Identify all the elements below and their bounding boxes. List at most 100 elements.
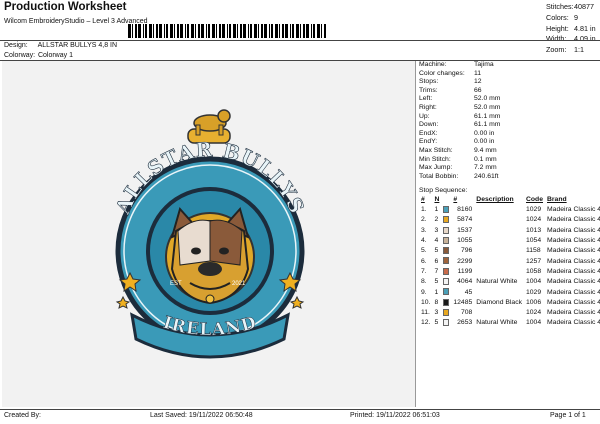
design-value: ALLSTAR BULLYS 4,8 IN [37,42,118,49]
barcode-bar [156,24,158,38]
col-brand: Brand [547,196,567,204]
thread-number: 2299 [457,257,473,265]
design-label: Design: [4,42,28,49]
property-label: Machine: [419,61,447,68]
col-description: Description [476,196,514,204]
needle-number: 3 [434,309,439,317]
barcode-bar [254,24,257,38]
barcode-bar [271,24,273,38]
barcode-bar [264,24,267,38]
barcode-bar [258,24,259,38]
footer-page: Page 1 of 1 [550,412,586,419]
table-row: 6. 6 2299 1257 Madeira Classic 40 [419,256,600,266]
machine-properties: Machine: Tajima Color changes: 11 Stops: 12 Tr… [419,61,599,181]
color-swatch [441,297,451,307]
thread-number: 796 [460,247,473,255]
thread-number: 45 [464,288,473,296]
barcode-bar [164,24,165,38]
table-row: 11. 3 708 1024 Madeira Classic 40 [419,307,600,317]
barcode-bar [306,24,309,38]
table-row: 1. 1 8160 1029 Madeira Classic 40 [419,205,600,215]
property-label: Color changes: [419,69,465,77]
barcode-bar [149,24,152,38]
thread-description [474,266,524,276]
barcode-bar [219,24,221,38]
footer-saved: Last Saved: 19/11/2022 06:50:48 [150,412,253,419]
col-swatch [441,195,451,205]
thread-brand: Madeira Classic 40 [547,257,600,265]
thread-number: 5874 [457,216,473,224]
bulldog-face [170,206,250,305]
col-code: Code [526,196,543,204]
color-swatch [441,287,451,297]
property-value: 66 [474,86,482,94]
stop-sequence-title: Stop Sequence: [419,187,468,194]
divider [0,409,600,410]
property-row: Min Stitch: 0.1 mm [419,156,599,165]
thread-description: Natural White [476,319,518,327]
thread-description: Natural White [476,278,518,286]
barcode-bar [296,24,299,38]
barcode-bar [282,24,284,38]
color-swatch [441,318,451,328]
color-swatch [441,215,451,225]
needle-number: 3 [434,226,439,234]
swatch-icon [443,298,450,306]
table-header-row: # N # Description Code Brand [419,195,600,205]
color-swatch [441,225,451,235]
table-row: 12. 5 2653 Natural White 1004 Madeira Classic… [419,318,600,328]
needle-number: 6 [434,257,439,265]
stat-row: Stitches:40877 [546,2,596,13]
needle-number: 1 [434,206,439,214]
barcode-bar [321,24,322,38]
property-row: Right: 52.0 mm [419,104,599,113]
thread-brand: Madeira Classic 40 [547,278,600,286]
barcode-bar [128,24,131,38]
thread-description [474,287,524,297]
thread-brand: Madeira Classic 40 [547,206,600,214]
thread-description [474,256,524,266]
property-label: Up: [419,112,430,120]
color-swatch [441,277,451,287]
barcode-bar [177,24,179,38]
thread-brand: Madeira Classic 40 [547,288,600,296]
barcode-bar [201,24,204,38]
property-row: Stops: 12 [419,78,599,87]
thread-number: 708 [460,309,473,317]
thread-number: 1199 [457,267,473,275]
barcode-bar [243,24,246,38]
barcode-bar [132,24,133,38]
barcode-bar [212,24,215,38]
swatch-icon [443,288,450,296]
summary-stats: Stitches:40877 Colors: 9 Height: 4.81 in Widt… [546,2,596,56]
property-value: 7.2 mm [474,164,497,172]
year-text: 2021 [232,281,246,287]
barcode-bar [300,24,301,38]
thread-brand: Madeira Classic 40 [547,237,600,245]
thread-number: 4064 [457,278,473,286]
thread-brand: Madeira Classic 40 [547,298,600,306]
stop-number: 7. [421,267,427,275]
property-value: 52.0 mm [474,103,501,111]
color-swatch [441,246,451,256]
col-stop: # [421,196,425,204]
property-label: EndY: [419,138,438,146]
divider [0,40,600,41]
property-row: Total Bobbin: 240.61ft [419,173,599,182]
barcode-bar [180,24,183,38]
software-name: Wilcom EmbroideryStudio – Level 3 Advanc… [4,18,148,25]
thread-description: Diamond Black [476,298,522,306]
property-row: Left: 52.0 mm [419,95,599,104]
needle-number: 7 [434,267,439,275]
barcode-bar [313,24,315,38]
barcode-bar [198,24,200,38]
property-row: EndX: 0.00 in [419,130,599,139]
barcode-bar [153,24,154,38]
stat-value: 40877 [574,2,594,11]
colorway-value: Colorway 1 [37,52,73,59]
swatch-icon [443,206,450,213]
property-label: Trims: [419,86,438,94]
thread-brand: Madeira Classic 40 [547,247,600,255]
barcode [128,24,326,38]
barcode-bar [250,24,252,38]
